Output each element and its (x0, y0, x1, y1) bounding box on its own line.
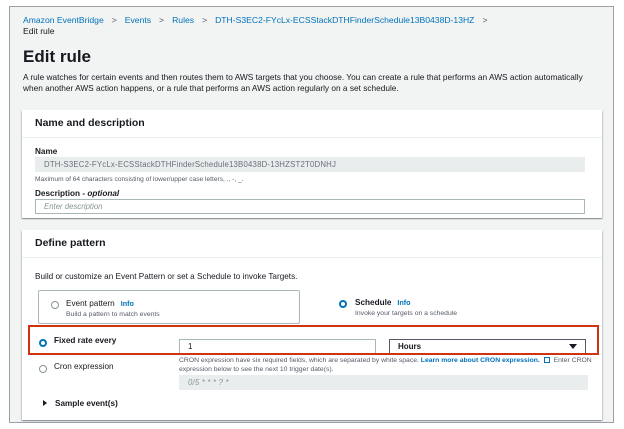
chevron-right-icon: > (482, 15, 488, 25)
event-pattern-radio[interactable] (51, 301, 59, 309)
panel-heading: Name and description (22, 110, 602, 138)
breadcrumb: Amazon EventBridge > Events > Rules > DTH-S3EC… (23, 15, 605, 37)
panel-heading: Define pattern (22, 230, 602, 258)
breadcrumb-current: Edit rule (23, 26, 55, 36)
chevron-right-icon: > (202, 15, 208, 25)
cron-description: CRON expression have six required fields… (179, 356, 599, 374)
schedule-tile[interactable]: Schedule Info Invoke your targets on a sc… (326, 290, 596, 324)
chevron-right-icon: > (159, 15, 165, 25)
external-link-icon (543, 357, 550, 363)
schedule-label: Schedule Info (355, 298, 411, 307)
name-description-panel: Name and description Name DTH-S3EC2-FYcL… (22, 110, 602, 218)
schedule-sub: Invoke your targets on a schedule (355, 310, 458, 317)
cron-learn-more-link[interactable]: Learn more about CRON expression. (421, 357, 540, 364)
caret-right-icon (43, 400, 47, 406)
event-pattern-sub: Build a pattern to match events (66, 311, 160, 318)
name-hint: Maximum of 64 characters consisting of l… (35, 176, 244, 183)
description-label: Description - optional (35, 189, 120, 198)
event-pattern-info-link[interactable]: Info (121, 299, 134, 308)
pattern-prompt: Build or customize an Event Pattern or s… (35, 272, 298, 281)
cron-expression-input[interactable]: 0/5 * * * ? * (179, 375, 588, 390)
breadcrumb-rule-name[interactable]: DTH-S3EC2-FYcLx-ECSStackDTHFinderSchedul… (215, 15, 474, 25)
cron-label: Cron expression (54, 362, 114, 371)
name-label: Name (35, 147, 58, 156)
schedule-radio[interactable] (339, 300, 347, 308)
schedule-info-link[interactable]: Info (397, 298, 410, 307)
breadcrumb-eventbridge[interactable]: Amazon EventBridge (23, 15, 104, 25)
event-pattern-tile[interactable]: Event pattern Info Build a pattern to mat… (38, 290, 300, 324)
chevron-right-icon: > (111, 15, 117, 25)
event-pattern-label: Event pattern Info (66, 299, 134, 308)
breadcrumb-events[interactable]: Events (125, 15, 151, 25)
name-field[interactable]: DTH-S3EC2-FYcLx-ECSStackDTHFinderSchedul… (35, 157, 585, 172)
page-description: A rule watches for certain events and th… (23, 72, 583, 93)
breadcrumb-rules[interactable]: Rules (172, 15, 194, 25)
highlight-box (28, 325, 599, 355)
cron-desc-text: CRON expression have six required fields… (179, 357, 419, 364)
sample-events-label: Sample event(s) (55, 399, 118, 408)
description-field[interactable]: Enter description (35, 199, 585, 214)
app-frame: Amazon EventBridge > Events > Rules > DTH-S3EC… (9, 6, 614, 423)
page-title: Edit rule (23, 47, 92, 66)
sample-events-expander[interactable]: Sample event(s) (43, 399, 118, 408)
cron-radio[interactable] (39, 365, 47, 373)
